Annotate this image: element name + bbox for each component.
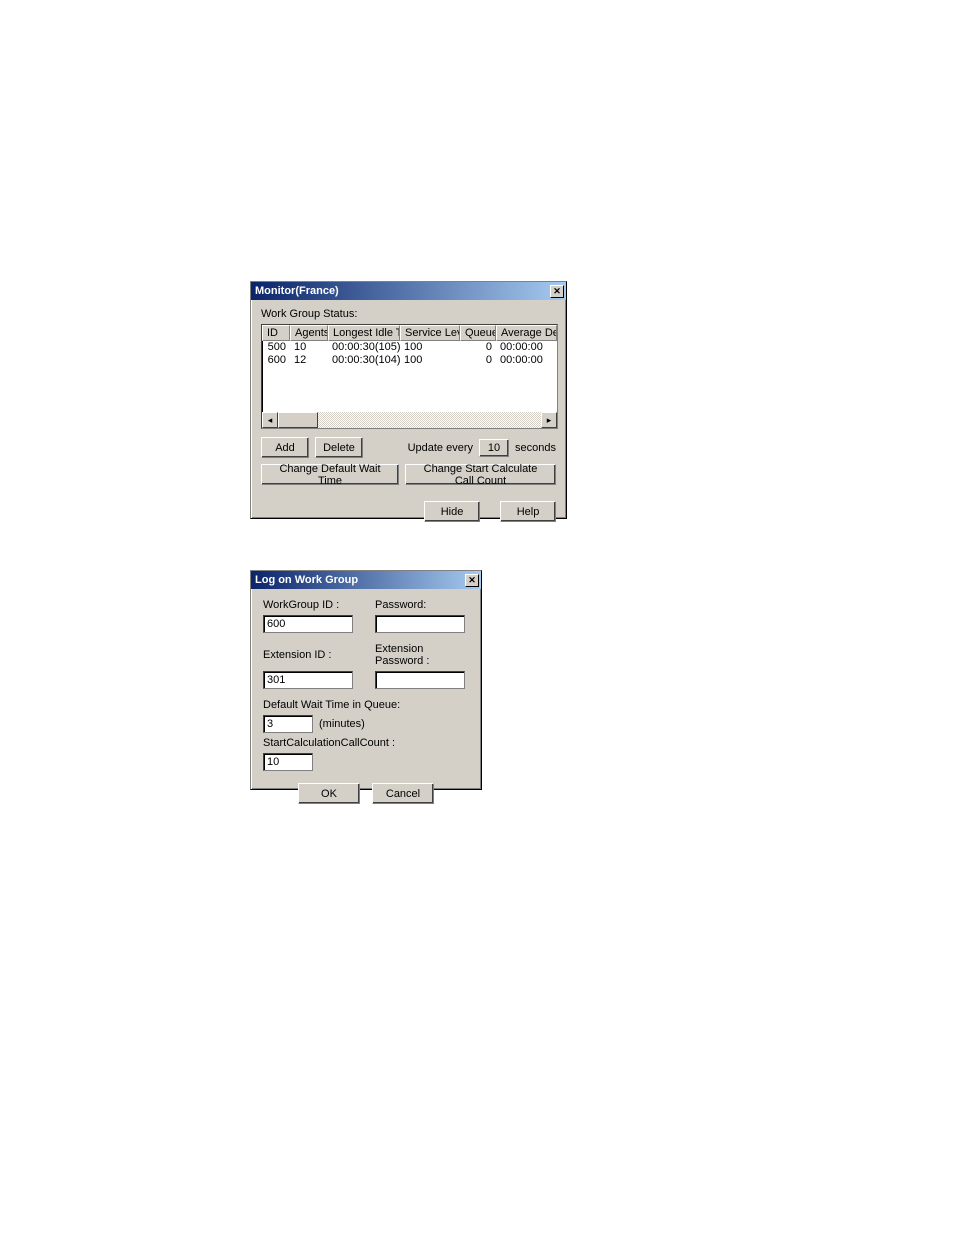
col-queue[interactable]: Queue — [460, 325, 496, 341]
password-input[interactable] — [375, 615, 465, 633]
work-group-listview[interactable]: ID Agents Longest Idle T... Service Leve… — [261, 324, 558, 429]
table-row[interactable]: 500 10 00:00:30(105) 100 0 00:00:00 — [262, 341, 557, 354]
scroll-track[interactable] — [278, 412, 541, 428]
ok-button[interactable]: OK — [298, 783, 360, 804]
logon-title: Log on Work Group — [255, 574, 358, 586]
monitor-dialog: Monitor(France) ✕ Work Group Status: ID … — [250, 281, 567, 519]
cancel-button[interactable]: Cancel — [372, 783, 434, 804]
delete-button[interactable]: Delete — [315, 437, 363, 458]
monitor-titlebar[interactable]: Monitor(France) ✕ — [251, 282, 566, 300]
col-agents[interactable]: Agents — [290, 325, 328, 341]
change-default-wait-button[interactable]: Change Default Wait Time — [261, 464, 399, 485]
add-button[interactable]: Add — [261, 437, 309, 458]
scroll-right-icon[interactable]: ▸ — [541, 412, 557, 428]
cell-queue: 0 — [460, 341, 496, 354]
work-group-status-label: Work Group Status: — [261, 308, 556, 320]
logon-titlebar[interactable]: Log on Work Group ✕ — [251, 571, 481, 589]
horizontal-scrollbar[interactable]: ◂ ▸ — [262, 412, 557, 428]
password-label: Password: — [375, 599, 469, 611]
scroll-left-icon[interactable]: ◂ — [262, 412, 278, 428]
cell-agents: 10 — [290, 341, 328, 354]
update-every-label: Update every — [408, 442, 473, 454]
start-calc-label: StartCalculationCallCount : — [263, 737, 469, 749]
table-row[interactable]: 600 12 00:00:30(104) 100 0 00:00:00 — [262, 354, 557, 367]
listview-header: ID Agents Longest Idle T... Service Leve… — [262, 325, 557, 341]
extension-password-input[interactable] — [375, 671, 465, 689]
scroll-thumb[interactable] — [278, 412, 318, 428]
update-interval-input[interactable] — [479, 439, 509, 457]
default-wait-label: Default Wait Time in Queue: — [263, 699, 469, 711]
cell-longest: 00:00:30(105) — [328, 341, 400, 354]
cell-service: 100 — [400, 354, 460, 367]
default-wait-input[interactable] — [263, 715, 313, 733]
extension-id-label: Extension ID : — [263, 649, 357, 661]
col-longest-idle[interactable]: Longest Idle T... — [328, 325, 400, 341]
minutes-label: (minutes) — [319, 718, 365, 730]
cell-id: 600 — [262, 354, 290, 367]
seconds-label: seconds — [515, 442, 556, 454]
cell-id: 500 — [262, 341, 290, 354]
cell-avg: 00:00:00 — [496, 354, 557, 367]
close-icon[interactable]: ✕ — [465, 574, 479, 587]
extension-password-label: Extension Password : — [375, 643, 469, 667]
col-service-level[interactable]: Service Level — [400, 325, 460, 341]
listview-rows: 500 10 00:00:30(105) 100 0 00:00:00 600 … — [262, 341, 557, 367]
workgroup-id-label: WorkGroup ID : — [263, 599, 357, 611]
close-icon[interactable]: ✕ — [550, 285, 564, 298]
cell-agents: 12 — [290, 354, 328, 367]
cell-service: 100 — [400, 341, 460, 354]
help-button[interactable]: Help — [500, 501, 556, 522]
monitor-title: Monitor(France) — [255, 285, 339, 297]
extension-id-input[interactable] — [263, 671, 353, 689]
change-start-calc-button[interactable]: Change Start Calculate Call Count — [405, 464, 556, 485]
col-average-delay[interactable]: Average Delay... — [496, 325, 557, 341]
cell-avg: 00:00:00 — [496, 341, 557, 354]
logon-dialog: Log on Work Group ✕ WorkGroup ID : Passw… — [250, 570, 482, 790]
start-calc-input[interactable] — [263, 753, 313, 771]
cell-longest: 00:00:30(104) — [328, 354, 400, 367]
cell-queue: 0 — [460, 354, 496, 367]
workgroup-id-input[interactable] — [263, 615, 353, 633]
col-id[interactable]: ID — [262, 325, 290, 341]
hide-button[interactable]: Hide — [424, 501, 480, 522]
